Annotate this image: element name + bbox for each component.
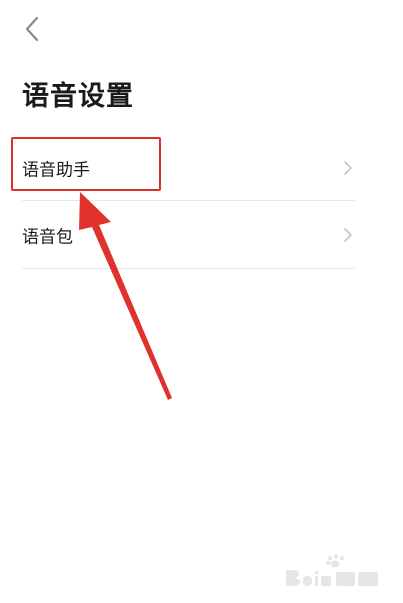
page-title: 语音设置: [22, 81, 134, 112]
watermark-logo: [286, 554, 378, 586]
back-button[interactable]: [20, 14, 46, 44]
voice-settings-screen: 语音设置 语音助手 语音包: [0, 0, 403, 603]
settings-list: 语音助手 语音包: [22, 136, 355, 269]
list-item-label: 语音包: [22, 227, 73, 247]
list-item-label: 语音助手: [22, 160, 90, 181]
chevron-right-icon: [343, 227, 353, 243]
chevron-left-icon: [25, 16, 39, 42]
chevron-right-icon: [343, 160, 353, 176]
list-item-voice-assistant[interactable]: 语音助手: [22, 136, 355, 201]
list-item-voice-pack[interactable]: 语音包: [22, 201, 355, 269]
